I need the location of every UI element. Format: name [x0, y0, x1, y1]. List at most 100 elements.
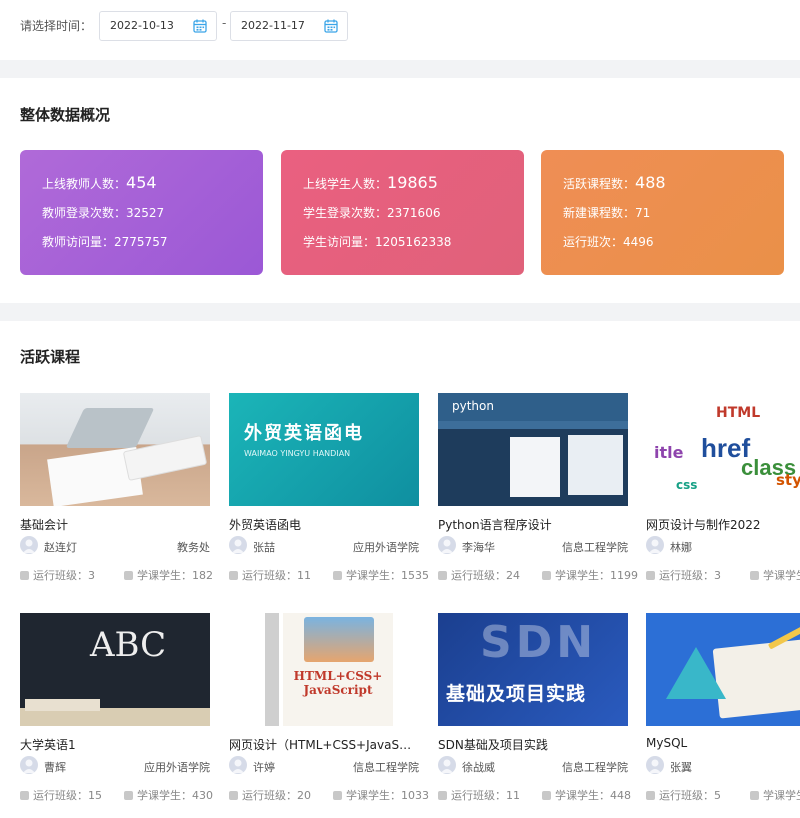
running-classes: 运行班级：15 — [20, 787, 102, 803]
course-thumbnail[interactable]: HTML+CSS+ JavaScript — [229, 613, 419, 726]
course-title[interactable]: Python语言程序设计 — [438, 516, 628, 533]
course-thumbnail[interactable]: 外贸英语函电 WAIMAO YINGYU HANDIAN — [229, 393, 419, 506]
thumb-title: HTML+CSS+ JavaScript — [293, 669, 383, 697]
class-icon — [646, 571, 655, 580]
stat-value: 454 — [126, 173, 157, 192]
students-icon — [542, 791, 551, 800]
enrolled-students: 学课学生：430 — [124, 787, 213, 803]
course-thumbnail[interactable] — [20, 393, 210, 506]
students-icon — [750, 791, 759, 800]
stat-card: 活跃课程数：488 新建课程数：71 运行班次：4496 — [541, 150, 784, 275]
course-title[interactable]: 网页设计（HTML+CSS+JavaS… — [229, 736, 419, 753]
running-classes-text: 运行班级：5 — [659, 789, 721, 802]
course-card[interactable]: MySQL 张翼 信息工 运行班级：5 学课学生 — [646, 613, 800, 802]
running-classes: 运行班级：24 — [438, 567, 520, 583]
start-date-input[interactable]: 2022-10-13 — [99, 11, 217, 41]
course-card[interactable]: 外贸英语函电 WAIMAO YINGYU HANDIAN 外贸英语函电 张喆 应… — [229, 393, 429, 582]
students-icon — [124, 791, 133, 800]
course-title[interactable]: MySQL — [646, 736, 800, 750]
thumb-title: ABC — [90, 625, 167, 665]
course-thumbnail[interactable] — [646, 613, 800, 726]
enrolled-students: 学课学生：1535 — [333, 567, 429, 583]
students-icon — [124, 571, 133, 580]
stat-label: 上线学生人数： — [303, 177, 388, 191]
stat-label: 运行班次： — [563, 235, 624, 249]
stat-row: 教师访问量：2775757 — [42, 233, 167, 250]
teacher-name: 林娜 — [670, 541, 692, 554]
enrolled-students: 学课学生：182 — [124, 567, 213, 583]
running-classes: 运行班级：11 — [229, 567, 311, 583]
calendar-icon[interactable] — [324, 19, 338, 33]
course-thumbnail[interactable]: href class HTML style itle css — [646, 393, 800, 506]
teacher-avatar — [20, 756, 38, 774]
stat-value: 1205162338 — [375, 235, 452, 249]
enrolled-students-text: 学课学生：448 — [555, 789, 631, 802]
course-card[interactable]: SDN 基础及项目实践 SDN基础及项目实践 徐战威 信息工程学院 运行班级：1… — [438, 613, 631, 802]
stat-card: 上线教师人数：454 教师登录次数：32527 教师访问量：2775757 — [20, 150, 263, 275]
stat-row: 上线学生人数：19865 — [303, 173, 438, 192]
course-card[interactable]: ABC 大学英语1 曹辉 应用外语学院 运行班级：15 学课学生：430 — [20, 613, 213, 802]
course-thumbnail[interactable]: ABC — [20, 613, 210, 726]
teacher-name: 张喆 — [253, 541, 275, 554]
course-title[interactable]: 外贸英语函电 — [229, 516, 419, 533]
teacher-avatar — [438, 536, 456, 554]
course-card[interactable]: href class HTML style itle css 网页设计与制作20… — [646, 393, 800, 582]
enrolled-students-text: 学课学生 — [763, 789, 800, 802]
course-thumbnail[interactable]: python — [438, 393, 628, 506]
running-classes-text: 运行班级：3 — [33, 569, 95, 582]
stat-label: 上线教师人数： — [42, 177, 127, 191]
enrolled-students: 学课学生：1199 — [542, 567, 638, 583]
stat-label: 新建课程数： — [563, 206, 636, 220]
stat-label: 学生访问量： — [303, 235, 376, 249]
running-classes: 运行班级：11 — [438, 787, 520, 803]
stat-value: 2775757 — [114, 235, 168, 249]
running-classes: 运行班级：5 — [646, 787, 721, 803]
thumb-title: SDN — [480, 617, 598, 668]
department: 应用外语学院 — [353, 541, 419, 554]
class-icon — [229, 791, 238, 800]
stat-row: 学生访问量：1205162338 — [303, 233, 451, 250]
teacher-name: 赵连灯 — [44, 541, 77, 554]
department: 应用外语学院 — [144, 761, 210, 774]
course-title[interactable]: SDN基础及项目实践 — [438, 736, 628, 753]
course-card[interactable]: python Python语言程序设计 李海华 信息工程学院 运行班级：24 学… — [438, 393, 638, 582]
course-card[interactable]: 基础会计 赵连灯 教务处 运行班级：3 学课学生：182 — [20, 393, 213, 582]
teacher-avatar — [438, 756, 456, 774]
stat-label: 教师访问量： — [42, 235, 115, 249]
course-title[interactable]: 大学英语1 — [20, 736, 210, 753]
teacher-name: 李海华 — [462, 541, 495, 554]
date-filter-bar: 请选择时间： 2022-10-13 - 2022-11-17 — [0, 0, 800, 58]
students-icon — [333, 791, 342, 800]
teacher-name: 许婷 — [253, 761, 275, 774]
stat-row: 活跃课程数：488 — [563, 173, 666, 192]
stat-label: 学生登录次数： — [303, 206, 388, 220]
end-date-input[interactable]: 2022-11-17 — [230, 11, 348, 41]
students-icon — [333, 571, 342, 580]
teacher-avatar — [229, 756, 247, 774]
class-icon — [646, 791, 655, 800]
teacher-avatar — [20, 536, 38, 554]
end-date-value: 2022-11-17 — [241, 19, 305, 32]
calendar-icon[interactable] — [193, 19, 207, 33]
stat-value: 488 — [635, 173, 666, 192]
running-classes-text: 运行班级：3 — [659, 569, 721, 582]
teacher-avatar — [646, 536, 664, 554]
overview-title: 整体数据概况 — [20, 106, 111, 124]
class-icon — [20, 571, 29, 580]
thumb-title: 外贸英语函电 — [244, 423, 364, 444]
running-classes-text: 运行班级：11 — [242, 569, 311, 582]
course-thumbnail[interactable]: SDN 基础及项目实践 — [438, 613, 628, 726]
course-title[interactable]: 基础会计 — [20, 516, 210, 533]
enrolled-students: 学课学生：448 — [542, 787, 631, 803]
stat-value: 32527 — [126, 206, 165, 220]
enrolled-students-text: 学课学生：1199 — [555, 569, 638, 582]
enrolled-students-text: 学课学生 — [763, 569, 800, 582]
stat-label: 活跃课程数： — [563, 177, 636, 191]
department: 教务处 — [177, 541, 210, 554]
enrolled-students-text: 学课学生：182 — [137, 569, 213, 582]
running-classes-text: 运行班级：15 — [33, 789, 102, 802]
course-title[interactable]: 网页设计与制作2022 — [646, 516, 800, 533]
teacher-avatar — [229, 536, 247, 554]
course-card[interactable]: HTML+CSS+ JavaScript 网页设计（HTML+CSS+JavaS… — [229, 613, 429, 802]
running-classes-text: 运行班级：11 — [451, 789, 520, 802]
